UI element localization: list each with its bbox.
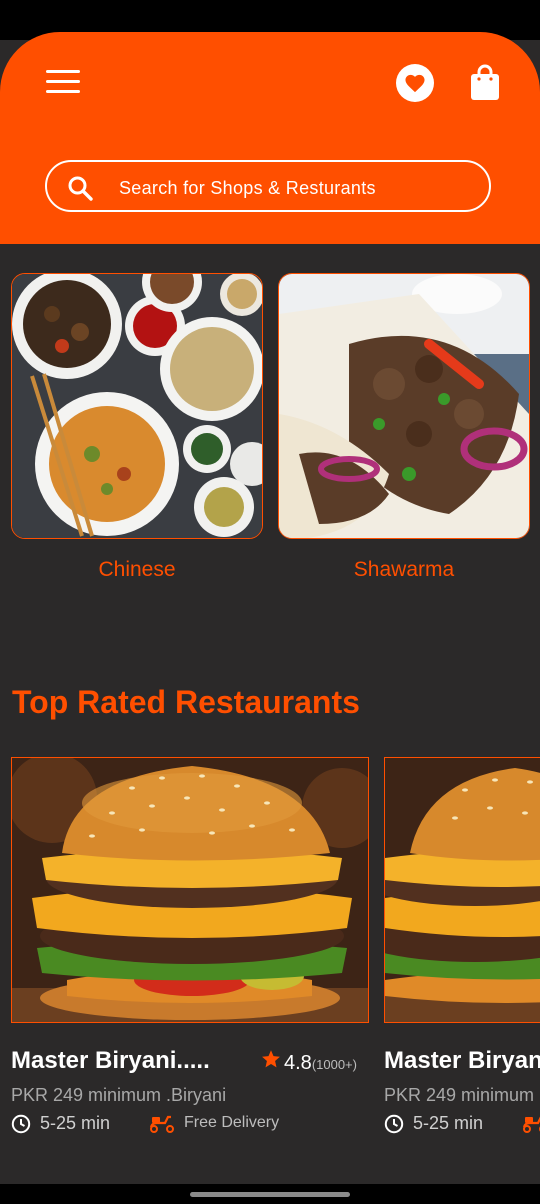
delivery-time-text: 5-25 min — [40, 1113, 111, 1133]
shawarma-image — [279, 274, 529, 538]
restaurant-name: Master Biryani..... — [11, 1047, 210, 1074]
restaurant-card[interactable]: Master Biryani..... PKR 249 minimum .Bir… — [384, 757, 540, 1133]
scooter-icon — [149, 1115, 174, 1133]
delivery-fee — [522, 1113, 540, 1133]
home-gesture-handle[interactable] — [190, 1192, 350, 1197]
system-nav-bar — [0, 1184, 540, 1204]
rating-count: (1000+) — [311, 1057, 357, 1072]
category-card-shawarma[interactable] — [278, 273, 530, 539]
category-card-chinese[interactable] — [11, 273, 263, 539]
app-screen: Chinese Shawarma Top Rated Restaurants — [0, 0, 540, 1204]
delivery-fee: Free Delivery — [149, 1113, 279, 1133]
chinese-food-image — [12, 274, 262, 538]
delivery-fee-text: Free Delivery — [184, 1114, 280, 1131]
delivery-time: 5-25 min — [11, 1113, 110, 1134]
menu-icon[interactable] — [46, 70, 80, 96]
scooter-icon — [522, 1116, 540, 1133]
restaurant-subtitle: PKR 249 minimum .Biryani — [11, 1085, 227, 1105]
restaurant-image — [384, 757, 540, 1023]
star-icon — [262, 1050, 280, 1068]
section-title: Top Rated Restaurants — [12, 684, 360, 720]
restaurant-rating: 4.8 (1000+) — [261, 1049, 357, 1075]
app-header — [0, 32, 540, 244]
clock-icon — [384, 1114, 404, 1133]
category-label-chinese: Chinese — [98, 558, 176, 581]
restaurant-card[interactable]: Master Biryani..... 4.8 (1000+) PKR 249 … — [11, 757, 369, 1133]
category-label-shawarma: Shawarma — [353, 558, 455, 581]
search-icon — [68, 176, 93, 201]
restaurant-image — [11, 757, 369, 1023]
rating-value: 4.8 — [284, 1052, 312, 1074]
search-bar[interactable] — [45, 160, 491, 212]
burger-image — [12, 758, 368, 1022]
burger-image — [385, 758, 540, 1022]
restaurant-subtitle: PKR 249 minimum .Biryani — [384, 1085, 540, 1105]
favorites-button[interactable] — [396, 64, 434, 102]
restaurant-name: Master Biryani..... — [384, 1047, 540, 1074]
search-input[interactable] — [117, 172, 481, 204]
heart-icon — [405, 74, 425, 93]
clock-icon — [11, 1114, 31, 1133]
shopping-bag-icon[interactable] — [470, 64, 500, 100]
delivery-time-text: 5-25 min — [413, 1113, 484, 1133]
delivery-time: 5-25 min — [384, 1113, 483, 1134]
